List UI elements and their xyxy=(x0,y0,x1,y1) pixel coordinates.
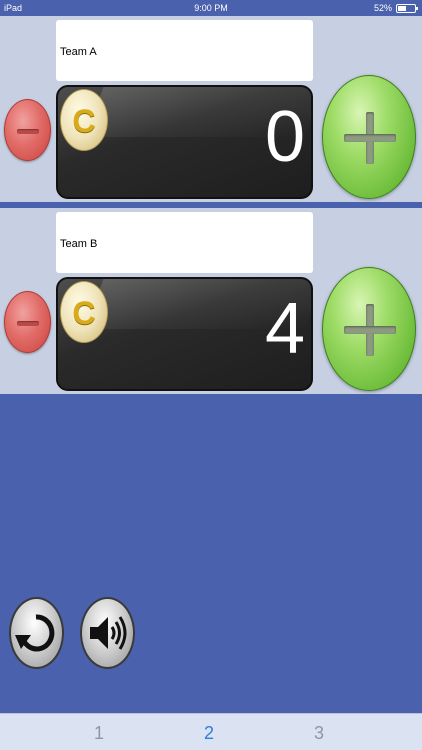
minus-icon xyxy=(17,321,39,326)
page-tab-bar: 1 2 3 xyxy=(0,713,422,750)
team-b-increment-button[interactable] xyxy=(322,267,416,391)
plus-icon-bar xyxy=(344,326,396,334)
coin-letter: C xyxy=(72,103,96,139)
tab-1[interactable]: 1 xyxy=(79,723,119,744)
team-b-name-field[interactable]: Team B xyxy=(56,212,313,273)
reset-icon xyxy=(15,614,55,652)
tab-3[interactable]: 3 xyxy=(299,723,339,744)
sound-button[interactable] xyxy=(80,597,135,669)
team-a-score: 0 xyxy=(264,97,305,177)
status-time: 9:00 PM xyxy=(194,3,228,13)
battery-percent: 52% xyxy=(373,3,392,13)
team-a-scoreboard: C 0 xyxy=(56,85,313,199)
team-a-name: Team A xyxy=(60,46,97,58)
team-b-name: Team B xyxy=(60,238,98,250)
minus-icon xyxy=(17,129,39,134)
plus-icon-bar xyxy=(344,134,396,142)
speaker-icon xyxy=(90,616,127,650)
coin-letter: C xyxy=(72,295,96,331)
team-a-increment-button[interactable] xyxy=(322,75,416,199)
team-a-coin-button[interactable]: C xyxy=(60,89,108,151)
status-bar: iPad 9:00 PM 52% xyxy=(0,0,422,16)
battery-icon xyxy=(396,4,418,13)
tab-2[interactable]: 2 xyxy=(189,723,229,744)
team-a-decrement-button[interactable] xyxy=(4,99,51,161)
reset-button[interactable] xyxy=(9,597,64,669)
team-b-scoreboard: C 4 xyxy=(56,277,313,391)
team-b-coin-button[interactable]: C xyxy=(60,281,108,343)
team-panel-b: Team B C 4 xyxy=(0,208,422,394)
team-a-name-field[interactable]: Team A xyxy=(56,20,313,81)
team-b-score: 4 xyxy=(264,289,305,369)
team-panel-a: Team A C 0 xyxy=(0,16,422,202)
team-b-decrement-button[interactable] xyxy=(4,291,51,353)
